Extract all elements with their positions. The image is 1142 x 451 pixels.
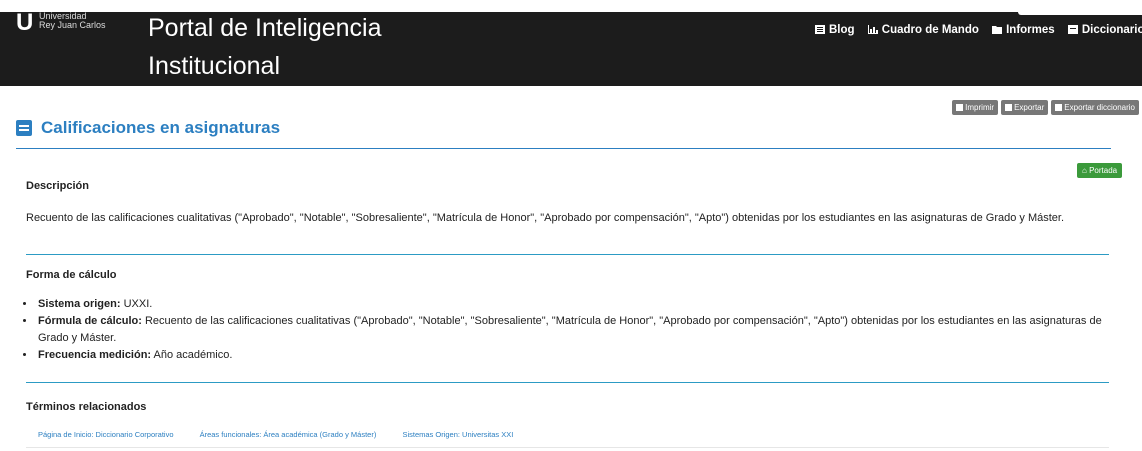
section-divider (26, 382, 1109, 383)
folder-icon (992, 26, 1003, 34)
nav-informes-label: Informes (1006, 24, 1055, 36)
file-icon (1055, 104, 1063, 111)
related-link-sistemas[interactable]: Sistemas Origen: Universitas XXI (402, 430, 513, 439)
print-icon (956, 104, 964, 111)
item-value: UXXI. (120, 298, 153, 310)
export-toolbar: Imprimir Exportar Exportar diccionario (949, 97, 1139, 115)
list-item: Sistema origen: UXXI. (36, 296, 1116, 313)
bottom-divider (26, 447, 1109, 448)
calculo-list: Sistema origen: UXXI. Fórmula de cálculo… (24, 296, 1116, 364)
file-icon (1005, 104, 1013, 111)
nav-informes[interactable]: Informes (992, 24, 1055, 36)
item-label: Fórmula de cálculo: (38, 315, 142, 327)
newspaper-icon (815, 25, 825, 34)
export-dictionary-button[interactable]: Exportar diccionario (1051, 100, 1139, 115)
export-button[interactable]: Exportar (1001, 100, 1049, 115)
portada-label: Portada (1089, 166, 1118, 175)
book-icon (1067, 25, 1078, 34)
related-link-area[interactable]: Áreas funcionales: Área académica (Grado… (200, 430, 377, 439)
print-label: Imprimir (965, 103, 995, 112)
logo-letter[interactable]: U (16, 12, 33, 35)
home-icon: ⌂ (1082, 166, 1087, 175)
item-label: Frecuencia medición: (38, 349, 152, 361)
nav-cuadro-de-mando[interactable]: Cuadro de Mando (867, 24, 979, 36)
item-value: Año académico. (151, 349, 233, 361)
terminos-heading: Términos relacionados (26, 401, 147, 413)
item-value: Recuento de las calificaciones cualitati… (38, 315, 1102, 344)
chart-icon (867, 25, 878, 34)
logo-line-2: Rey Juan Carlos (39, 20, 106, 30)
site-header: U Universidad Rey Juan Carlos Portal de … (0, 12, 1142, 86)
portal-title[interactable]: Portal de Inteligencia Institucional (148, 12, 468, 85)
item-label: Sistema origen: (38, 298, 121, 310)
nav-diccionario[interactable]: Diccionario (1067, 24, 1142, 36)
print-button[interactable]: Imprimir (952, 100, 999, 115)
nav-diccionario-label: Diccionario (1081, 24, 1142, 36)
export-label: Exportar (1014, 103, 1045, 112)
list-item: Fórmula de cálculo: Recuento de las cali… (36, 313, 1116, 347)
export-dict-label: Exportar diccionario (1064, 103, 1135, 112)
nav-cuadro-label: Cuadro de Mando (881, 24, 979, 36)
calculo-heading: Forma de cálculo (26, 269, 117, 281)
nav-blog[interactable]: Blog (815, 24, 855, 36)
section-divider (26, 254, 1109, 255)
page-title: Calificaciones en asignaturas (41, 118, 281, 137)
top-nav: Blog Cuadro de Mando Informes Diccionari… (815, 24, 1142, 36)
book-icon (16, 120, 32, 136)
title-divider (16, 148, 1111, 149)
descripcion-heading: Descripción (26, 180, 89, 192)
nav-blog-label: Blog (829, 24, 855, 36)
related-links: Página de Inicio: Diccionario Corporativ… (38, 430, 537, 439)
portada-button[interactable]: ⌂ Portada (1077, 163, 1123, 178)
logo-text[interactable]: Universidad Rey Juan Carlos (39, 12, 106, 30)
descripcion-text: Recuento de las calificaciones cualitati… (26, 212, 1065, 224)
list-item: Frecuencia medición: Año académico. (36, 347, 1116, 364)
related-link-inicio[interactable]: Página de Inicio: Diccionario Corporativ… (38, 430, 174, 439)
search-box[interactable] (1018, 12, 1142, 15)
